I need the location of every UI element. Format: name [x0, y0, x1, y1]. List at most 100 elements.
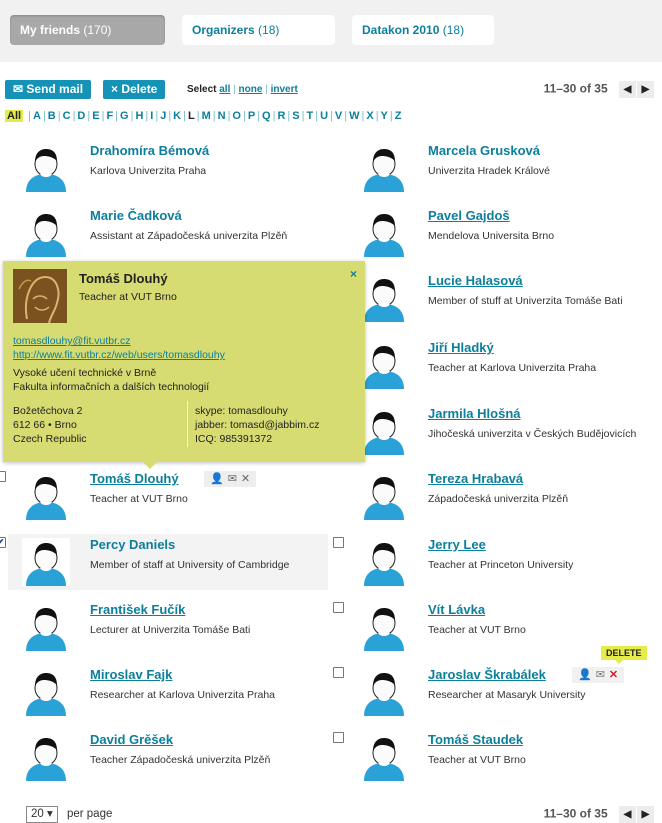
letter-m[interactable]: M — [202, 110, 211, 122]
select-checkbox[interactable] — [333, 732, 344, 743]
contact-name[interactable]: Jarmila Hlošná — [428, 406, 521, 421]
letter-v[interactable]: V — [335, 110, 342, 122]
letter-l[interactable]: L — [188, 110, 195, 122]
person-icon[interactable]: 👤 — [210, 473, 224, 485]
select-checkbox[interactable] — [0, 471, 6, 482]
contact-card[interactable]: Tomáš Dlouhý Teacher at VUT Brno 👤 ✉ ✕ — [0, 468, 328, 524]
tab-count: (170) — [83, 23, 112, 37]
letter-t[interactable]: T — [306, 110, 313, 122]
contact-card[interactable]: ✔ Percy Daniels Member of staff at Unive… — [0, 534, 328, 590]
contact-card[interactable]: Jaroslav Škrabálek Researcher at Masaryk… — [333, 664, 662, 720]
contact-card[interactable]: František Fučík Lecturer at Univerzita T… — [8, 599, 328, 655]
select-none-link[interactable]: none — [239, 84, 263, 95]
contact-card[interactable]: Jiří Hladký Teacher at Karlova Univerzit… — [346, 337, 662, 393]
prev-page-button[interactable]: ◀ — [619, 806, 636, 823]
select-all-link[interactable]: all — [219, 84, 230, 95]
contact-name[interactable]: Jaroslav Škrabálek — [428, 667, 546, 682]
popup-web-link[interactable]: http://www.fit.vutbr.cz/web/users/tomasd… — [13, 349, 225, 361]
tab-my-friends[interactable]: My friends (170) — [10, 15, 165, 45]
letter-w[interactable]: W — [349, 110, 359, 122]
contact-card[interactable]: Marcela Grusková Univerzita Hradek Králo… — [346, 140, 662, 196]
contact-card[interactable]: David Grěšek Teacher Západočeská univerz… — [8, 729, 328, 785]
contact-name[interactable]: Jiří Hladký — [428, 340, 494, 355]
contact-name[interactable]: Tomáš Staudek — [428, 732, 523, 747]
letter-c[interactable]: C — [63, 110, 71, 122]
contact-name[interactable]: Tereza Hrabavá — [428, 471, 523, 486]
contact-name[interactable]: Vít Lávka — [428, 602, 485, 617]
letter-d[interactable]: D — [77, 110, 85, 122]
contact-name[interactable]: David Grěšek — [90, 732, 173, 747]
letter-p[interactable]: P — [248, 110, 255, 122]
letter-h[interactable]: H — [135, 110, 143, 122]
letter-i[interactable]: I — [150, 110, 153, 122]
letter-k[interactable]: K — [173, 110, 181, 122]
letter-z[interactable]: Z — [395, 110, 402, 122]
contact-name[interactable]: Marcela Grusková — [428, 143, 540, 158]
contact-name[interactable]: Drahomíra Bémová — [90, 143, 209, 158]
contact-name[interactable]: Percy Daniels — [90, 537, 175, 552]
mail-icon[interactable]: ✉ — [596, 669, 605, 681]
popup-jabber: jabber: tomasd@jabbim.cz — [195, 419, 320, 431]
select-checkbox-checked[interactable]: ✔ — [0, 537, 6, 548]
contact-card[interactable]: Lucie Halasová Member of stuff at Univer… — [346, 270, 662, 326]
letter-q[interactable]: Q — [262, 110, 271, 122]
contact-card[interactable]: Jerry Lee Teacher at Princeton Universit… — [333, 534, 662, 590]
letter-y[interactable]: Y — [381, 110, 388, 122]
letter-u[interactable]: U — [320, 110, 328, 122]
letter-b[interactable]: B — [48, 110, 56, 122]
contact-affiliation: Teacher Západočeská univerzita Plzěň — [90, 754, 271, 766]
alphabet-separator: | — [196, 110, 200, 122]
select-checkbox[interactable] — [333, 602, 344, 613]
tab-organizers[interactable]: Organizers (18) — [182, 15, 335, 45]
separator: | — [265, 84, 268, 95]
letter-j[interactable]: J — [160, 110, 166, 122]
send-mail-button[interactable]: ✉ Send mail — [5, 80, 92, 99]
row-actions: 👤 ✉ ✕ — [204, 471, 257, 487]
contact-name[interactable]: František Fučík — [90, 602, 185, 617]
contact-name[interactable]: Miroslav Fajk — [90, 667, 172, 682]
contact-card[interactable]: Jarmila Hlošná Jihočeská univerzita v Če… — [346, 403, 662, 459]
contact-name[interactable]: Pavel Gajdoš — [428, 208, 510, 223]
popup-email-link[interactable]: tomasdlouhy@fit.vutbr.cz — [13, 335, 130, 347]
letter-r[interactable]: R — [277, 110, 285, 122]
contact-card[interactable]: Drahomíra Bémová Karlova Univerzita Prah… — [8, 140, 328, 196]
contact-affiliation: Univerzita Hradek Králové — [428, 165, 550, 177]
select-checkbox[interactable] — [333, 667, 344, 678]
letter-o[interactable]: O — [232, 110, 241, 122]
letter-f[interactable]: F — [106, 110, 113, 122]
contact-card[interactable]: Marie Čadková Assistant at Západočeská u… — [8, 205, 328, 261]
contact-card[interactable]: Pavel Gajdoš Mendelova Universita Brno — [346, 205, 662, 261]
remove-icon[interactable]: ✕ — [241, 473, 250, 485]
contact-name[interactable]: Lucie Halasová — [428, 273, 523, 288]
tab-datakon[interactable]: Datakon 2010 (18) — [352, 15, 494, 45]
remove-icon[interactable]: ✕ — [609, 669, 618, 681]
letter-s[interactable]: S — [292, 110, 299, 122]
popup-divider — [187, 401, 188, 447]
per-page-select[interactable]: 20 ▾ — [26, 806, 58, 823]
mail-icon[interactable]: ✉ — [228, 473, 237, 485]
select-label: Select — [187, 84, 217, 95]
contact-card[interactable]: Tereza Hrabavá Západočeská univerzita Pl… — [346, 468, 662, 524]
contact-card[interactable]: Tomáš Staudek Teacher at VUT Brno — [333, 729, 662, 785]
prev-page-button[interactable]: ◀ — [619, 81, 636, 98]
avatar — [360, 472, 408, 520]
contact-name[interactable]: Tomáš Dlouhý — [90, 471, 179, 486]
separator: | — [233, 84, 236, 95]
contact-name[interactable]: Marie Čadková — [90, 208, 182, 223]
next-page-button[interactable]: ▶ — [637, 81, 654, 98]
delete-button[interactable]: × Delete — [103, 80, 166, 99]
person-icon[interactable]: 👤 — [578, 669, 592, 681]
contact-name[interactable]: Jerry Lee — [428, 537, 486, 552]
select-checkbox[interactable] — [333, 537, 344, 548]
select-invert-link[interactable]: invert — [271, 84, 298, 95]
avatar — [360, 603, 408, 651]
letter-g[interactable]: G — [120, 110, 129, 122]
next-page-button[interactable]: ▶ — [637, 806, 654, 823]
letter-e[interactable]: E — [92, 110, 99, 122]
close-icon[interactable]: × — [350, 267, 357, 281]
letter-all[interactable]: All — [5, 110, 24, 122]
letter-a[interactable]: A — [33, 110, 41, 122]
letter-x[interactable]: X — [366, 110, 373, 122]
contact-card[interactable]: Miroslav Fajk Researcher at Karlova Univ… — [8, 664, 328, 720]
letter-n[interactable]: N — [218, 110, 226, 122]
